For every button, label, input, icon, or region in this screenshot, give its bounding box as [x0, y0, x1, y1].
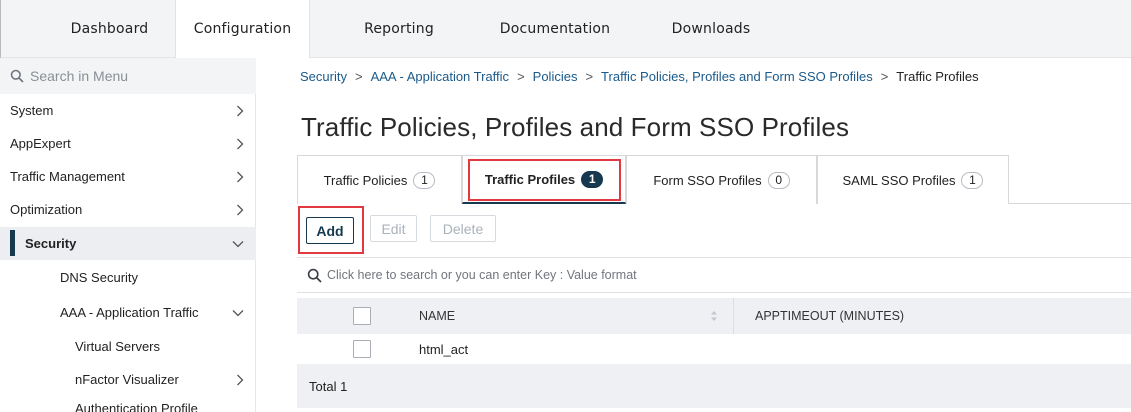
delete-button[interactable]: Delete: [430, 215, 496, 242]
tab-configuration[interactable]: Configuration: [175, 0, 310, 58]
breadcrumb-traffic-profiles: Traffic Profiles: [896, 68, 979, 84]
breadcrumb-policies[interactable]: Policies: [533, 69, 578, 84]
sidebar-item-label: AAA - Application Traffic: [60, 305, 199, 320]
chevron-down-icon: [232, 240, 244, 247]
page-title: Traffic Policies, Profiles and Form SSO …: [301, 112, 850, 142]
tab-reporting[interactable]: Reporting: [340, 0, 458, 58]
tab-downloads[interactable]: Downloads: [652, 0, 770, 58]
tab-form-sso-profiles[interactable]: Form SSO Profiles 0: [626, 155, 817, 204]
breadcrumb: Security > AAA - Application Traffic > P…: [300, 66, 979, 86]
table-row[interactable]: html_act: [297, 334, 1131, 364]
subtab-bar: Traffic Policies 1 Traffic Profiles 1 Fo…: [297, 155, 1131, 204]
menu-search-placeholder: Search in Menu: [30, 68, 129, 84]
table-footer: Total 1: [297, 364, 1131, 408]
sidebar-item-label: AppExpert: [10, 136, 71, 151]
sidebar-item-dns-security[interactable]: DNS Security: [0, 261, 256, 294]
sidebar-item-label: Authentication Profile: [75, 401, 198, 412]
nav-left-border: [0, 0, 1, 58]
sidebar-item-label: nFactor Visualizer: [75, 372, 179, 387]
sidebar-item-security[interactable]: Security: [0, 227, 256, 260]
sidebar-item-label: Traffic Management: [10, 169, 125, 184]
highlight-box-add: [298, 206, 364, 254]
tab-dashboard[interactable]: Dashboard: [44, 0, 175, 58]
sidebar: Search in Menu System AppExpert Traffic …: [0, 58, 256, 412]
breadcrumb-separator: >: [880, 68, 889, 84]
row-checkbox[interactable]: [353, 340, 371, 358]
sidebar-item-aaa-application-traffic[interactable]: AAA - Application Traffic: [0, 296, 256, 329]
sidebar-item-traffic-management[interactable]: Traffic Management: [0, 160, 256, 193]
search-icon: [10, 69, 24, 83]
sidebar-item-nfactor-visualizer[interactable]: nFactor Visualizer: [0, 363, 256, 396]
count-badge: 1: [961, 171, 984, 189]
sidebar-item-optimization[interactable]: Optimization: [0, 193, 256, 226]
chevron-right-icon: [237, 374, 244, 385]
breadcrumb-separator: >: [354, 68, 363, 84]
tab-label: Traffic Policies: [323, 172, 408, 188]
chevron-right-icon: [237, 204, 244, 215]
breadcrumb-traffic-policies-profiles[interactable]: Traffic Policies, Profiles and Form SSO …: [601, 69, 873, 84]
column-header-name[interactable]: NAME: [419, 309, 455, 323]
top-nav: Dashboard Configuration Reporting Docume…: [0, 0, 1131, 58]
column-divider: [733, 298, 734, 334]
tab-label: SAML SSO Profiles: [842, 172, 956, 188]
sidebar-item-label: System: [10, 103, 54, 118]
chevron-down-icon: [232, 309, 244, 316]
menu-search-input[interactable]: Search in Menu: [0, 58, 256, 94]
chevron-right-icon: [237, 105, 244, 116]
sidebar-item-system[interactable]: System: [0, 94, 256, 127]
total-count: Total 1: [309, 378, 348, 394]
sidebar-item-label: Security: [25, 236, 77, 251]
table-header: NAME APPTIMEOUT (MINUTES): [297, 298, 1131, 334]
tab-saml-sso-profiles[interactable]: SAML SSO Profiles 1: [817, 155, 1009, 204]
breadcrumb-security[interactable]: Security: [300, 69, 347, 84]
column-header-apptimeout[interactable]: APPTIMEOUT (MINUTES): [755, 309, 904, 323]
row-name-cell: html_act: [419, 342, 469, 357]
count-badge: 1: [413, 171, 436, 189]
sidebar-item-virtual-servers[interactable]: Virtual Servers: [0, 330, 256, 363]
sidebar-item-label: DNS Security: [60, 270, 139, 285]
breadcrumb-separator: >: [585, 68, 594, 84]
sidebar-item-appexpert[interactable]: AppExpert: [0, 127, 256, 160]
highlight-box-traffic-profiles: [468, 159, 621, 201]
table-search-placeholder: Click here to search or you can enter Ke…: [327, 268, 637, 282]
tab-documentation[interactable]: Documentation: [476, 0, 634, 58]
tab-label: Form SSO Profiles: [653, 172, 762, 188]
table-search-input[interactable]: Click here to search or you can enter Ke…: [297, 257, 1131, 293]
edit-button[interactable]: Edit: [370, 215, 417, 242]
count-badge: 0: [767, 171, 790, 189]
chevron-right-icon: [237, 138, 244, 149]
breadcrumb-separator: >: [517, 68, 525, 84]
sort-icon[interactable]: [710, 310, 718, 322]
select-all-checkbox[interactable]: [353, 307, 371, 325]
sidebar-item-label: Optimization: [10, 202, 83, 217]
sidebar-item-authentication-profile[interactable]: Authentication Profile: [0, 397, 256, 412]
tab-traffic-policies[interactable]: Traffic Policies 1: [297, 155, 462, 204]
breadcrumb-aaa-application-traffic[interactable]: AAA - Application Traffic: [371, 69, 510, 84]
search-icon: [307, 268, 322, 283]
chevron-right-icon: [237, 171, 244, 182]
sidebar-item-label: Virtual Servers: [75, 339, 161, 354]
